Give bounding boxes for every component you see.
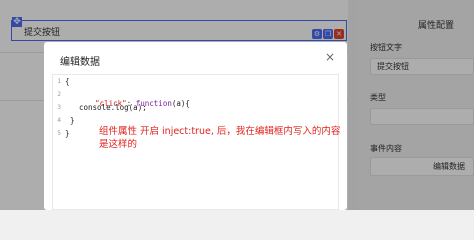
annotation-note: 组件属性 开启 inject:true, 后，我在编辑框内写入的内容是这样的: [99, 126, 341, 150]
code-line: }: [65, 129, 70, 138]
code-line: console.log(a);: [79, 103, 147, 112]
line-number: 5: [57, 130, 61, 137]
code-token-rest: (a){: [171, 99, 190, 108]
line-number: 4: [57, 117, 61, 124]
line-number: 2: [57, 91, 61, 98]
line-number-gutter: 1 2 3 4 5: [53, 75, 62, 209]
code-line: }: [70, 116, 75, 125]
code-editor[interactable]: 1 2 3 4 5 { "click": function(a){ consol…: [52, 74, 340, 210]
code-line: {: [65, 77, 70, 86]
line-number: 1: [57, 78, 61, 85]
edit-data-dialog: 编辑数据 × 1 2 3 4 5 { "click": function(a){…: [44, 42, 347, 210]
line-number: 3: [57, 104, 61, 111]
close-icon[interactable]: ×: [324, 51, 336, 63]
dialog-title: 编辑数据: [60, 57, 100, 68]
